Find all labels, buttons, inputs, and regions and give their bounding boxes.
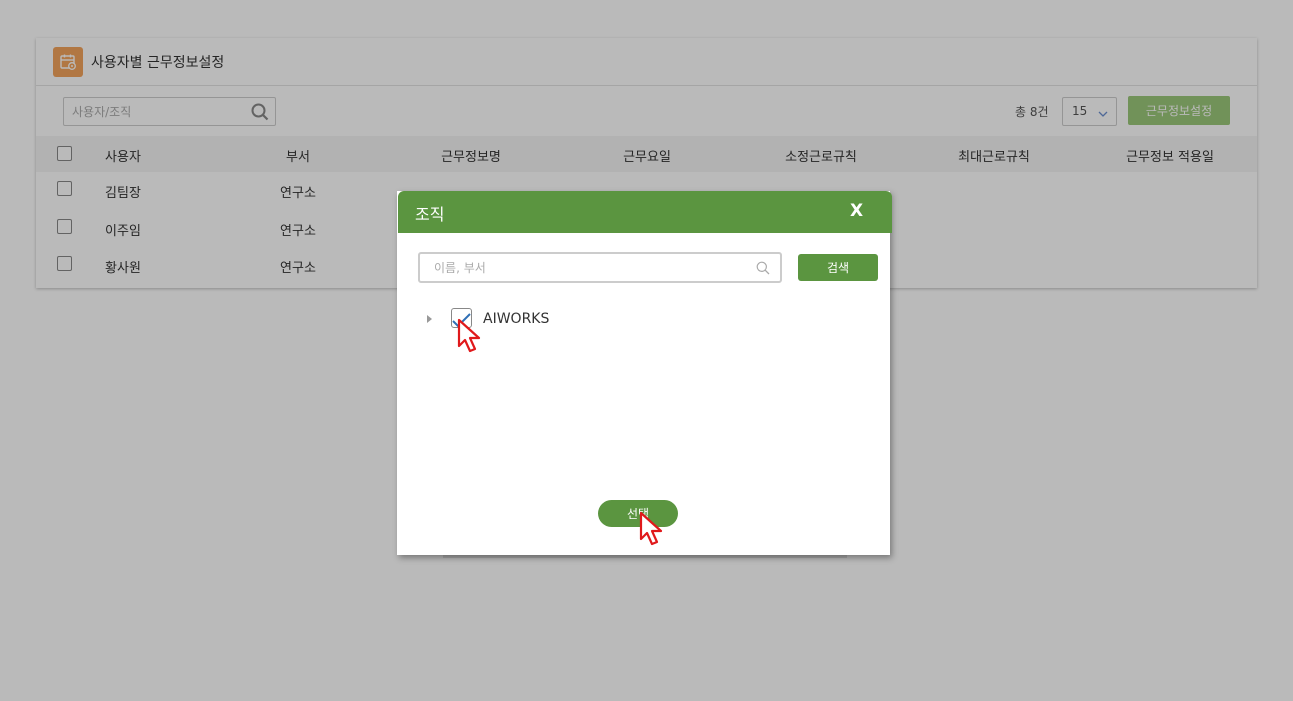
dialog-title: 조직 [415, 205, 445, 224]
tree-expand-icon[interactable] [427, 315, 432, 323]
organization-dialog: 조직 X 검색 AIWORKS 선택 [397, 191, 892, 555]
select-button[interactable]: 선택 [598, 500, 678, 527]
dialog-header: 조직 X [398, 191, 892, 233]
tree-node-label[interactable]: AIWORKS [483, 311, 549, 327]
search-icon [756, 260, 770, 279]
mouse-pointer-icon [457, 318, 483, 358]
mouse-pointer-icon [639, 511, 665, 551]
search-button[interactable]: 검색 [798, 254, 878, 281]
close-button[interactable]: X [850, 201, 863, 221]
name-dept-search-input[interactable] [420, 254, 740, 281]
dialog-search-box [418, 252, 782, 283]
